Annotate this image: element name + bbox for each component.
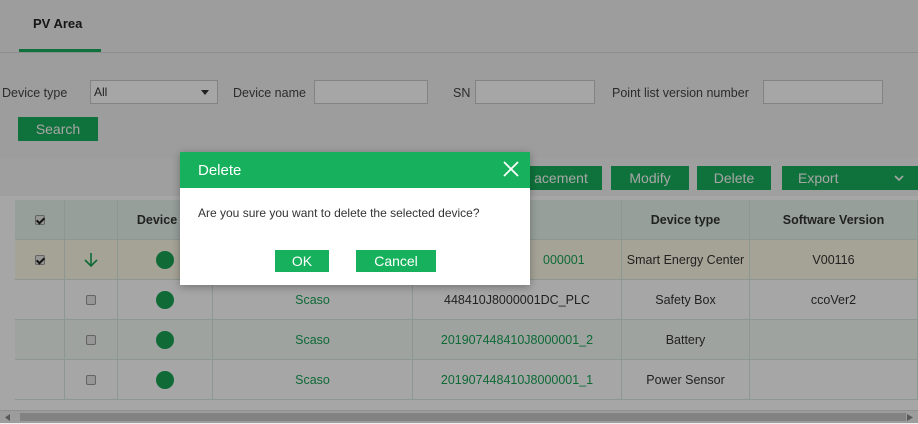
cancel-button[interactable]: Cancel (356, 250, 436, 272)
delete-dialog: Delete Are you sure you want to delete t… (180, 152, 530, 285)
ok-button[interactable]: OK (275, 250, 329, 272)
dialog-title: Delete (198, 162, 242, 179)
dialog-message: Are you sure you want to delete the sele… (198, 206, 480, 220)
close-icon[interactable] (498, 156, 524, 182)
dialog-header: Delete (180, 152, 530, 188)
